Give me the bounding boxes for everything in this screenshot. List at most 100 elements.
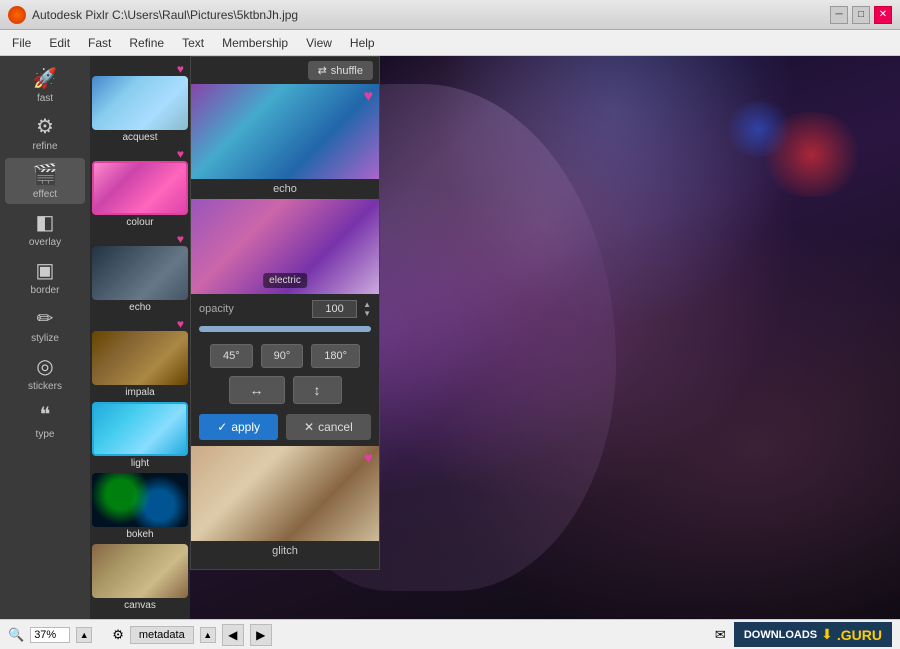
menu-refine[interactable]: Refine xyxy=(121,33,172,53)
echo-dots: ♥ xyxy=(177,232,184,246)
menu-help[interactable]: Help xyxy=(342,33,383,53)
flip-horizontal-button[interactable]: ↔ xyxy=(229,376,285,404)
impala-thumb[interactable] xyxy=(92,331,188,385)
swatch-electric[interactable]: electric xyxy=(191,199,379,294)
angle-180-button[interactable]: 180° xyxy=(311,344,360,368)
shuffle-label: shuffle xyxy=(331,65,363,77)
swatch-echo-heart[interactable]: ♥ xyxy=(364,88,374,106)
status-right: ✉ DOWNLOADS ⬇ .GURU xyxy=(715,622,892,647)
opacity-row: opacity ▲ ▼ xyxy=(191,294,379,324)
bokeh-name: bokeh xyxy=(92,529,188,540)
menu-fast[interactable]: Fast xyxy=(80,33,119,53)
status-bar: 🔍 ▲ ⚙ metadata ▲ ◀ ▶ ✉ DOWNLOADS ⬇ .GURU xyxy=(0,619,900,649)
stickers-icon: ◎ xyxy=(36,354,53,379)
title-controls: ─ □ ✕ xyxy=(830,6,892,24)
opacity-slider-track[interactable] xyxy=(199,326,371,332)
menu-edit[interactable]: Edit xyxy=(41,33,78,53)
echo-thumb[interactable] xyxy=(92,246,188,300)
tool-border[interactable]: ▣ border xyxy=(5,254,85,300)
maximize-button[interactable]: □ xyxy=(852,6,870,24)
stylize-icon: ✏ xyxy=(37,306,54,331)
title-text: Autodesk Pixlr C:\Users\Raul\Pictures\5k… xyxy=(32,8,298,22)
title-bar-left: Autodesk Pixlr C:\Users\Raul\Pictures\5k… xyxy=(8,6,298,24)
menu-membership[interactable]: Membership xyxy=(214,33,296,53)
menu-text[interactable]: Text xyxy=(174,33,212,53)
tool-effect[interactable]: 🎬 effect xyxy=(5,158,85,204)
canvas-thumb[interactable] xyxy=(92,544,188,598)
menu-file[interactable]: File xyxy=(4,33,39,53)
zoom-up-button[interactable]: ▲ xyxy=(76,627,92,643)
overlay-label: overlay xyxy=(29,237,61,248)
effect-chem-burn[interactable]: ♥ chem_burn xyxy=(92,615,188,619)
tool-fast[interactable]: 🚀 fast xyxy=(5,62,85,108)
effect-acquest[interactable]: ♥ acquest xyxy=(92,62,188,143)
effect-canvas[interactable]: canvas xyxy=(92,544,188,611)
effect-bokeh[interactable]: bokeh xyxy=(92,473,188,540)
swatch-glitch-heart[interactable]: ♥ xyxy=(364,450,374,468)
effects-panel: ♥ acquest ♥ colour ♥ echo xyxy=(90,56,190,619)
apply-check-icon: ✓ xyxy=(217,420,227,434)
angle-90-button[interactable]: 90° xyxy=(261,344,304,368)
color-popup: ⇄ shuffle ♥ echo electric opacity ▲ ▼ xyxy=(190,56,380,570)
colour-heart[interactable]: ♥ xyxy=(177,147,184,161)
tool-refine[interactable]: ⚙ refine xyxy=(5,110,85,156)
tool-overlay[interactable]: ◧ overlay xyxy=(5,206,85,252)
opacity-input[interactable] xyxy=(312,300,357,318)
watermark-guru: .GURU xyxy=(837,627,882,643)
border-label: border xyxy=(31,285,60,296)
metadata-up-button[interactable]: ▲ xyxy=(200,627,216,643)
light-name: light xyxy=(92,458,188,469)
tool-stylize[interactable]: ✏ stylize xyxy=(5,302,85,348)
border-icon: ▣ xyxy=(36,258,55,283)
menu-view[interactable]: View xyxy=(298,33,340,53)
status-left: 🔍 ▲ ⚙ metadata ▲ ◀ ▶ xyxy=(8,624,272,646)
stickers-label: stickers xyxy=(28,381,62,392)
swatch-echo[interactable]: ♥ xyxy=(191,84,379,179)
chem-burn-heart[interactable]: ♥ xyxy=(177,615,184,619)
effect-colour[interactable]: ♥ colour xyxy=(92,147,188,228)
echo-name: echo xyxy=(92,302,188,313)
nav-next-button[interactable]: ▶ xyxy=(250,624,272,646)
opacity-arrows[interactable]: ▲ ▼ xyxy=(363,300,371,318)
tool-type[interactable]: ❝ type xyxy=(5,398,85,444)
blue-light xyxy=(723,101,794,157)
search-icon: 🔍 xyxy=(8,627,24,643)
apply-button[interactable]: ✓ apply xyxy=(199,414,278,440)
minimize-button[interactable]: ─ xyxy=(830,6,848,24)
nav-prev-button[interactable]: ◀ xyxy=(222,624,244,646)
refine-icon: ⚙ xyxy=(36,114,54,139)
cancel-label: cancel xyxy=(318,420,353,434)
colour-thumb[interactable] xyxy=(92,161,188,215)
acquest-dots: ♥ xyxy=(177,62,184,76)
effect-echo[interactable]: ♥ echo xyxy=(92,232,188,313)
watermark: DOWNLOADS ⬇ .GURU xyxy=(734,622,892,647)
type-icon: ❝ xyxy=(40,402,51,427)
canvas-name: canvas xyxy=(92,600,188,611)
cancel-button[interactable]: ✕ cancel xyxy=(286,414,371,440)
light-thumb[interactable] xyxy=(92,402,188,456)
effect-icon: 🎬 xyxy=(33,162,58,187)
swatch-glitch[interactable]: ♥ xyxy=(191,446,379,541)
email-icon: ✉ xyxy=(715,627,726,643)
tool-stickers[interactable]: ◎ stickers xyxy=(5,350,85,396)
shuffle-row: ⇄ shuffle xyxy=(191,57,379,84)
metadata-label: metadata xyxy=(139,629,185,641)
close-button[interactable]: ✕ xyxy=(874,6,892,24)
effect-impala[interactable]: ♥ impala xyxy=(92,317,188,398)
title-bar: Autodesk Pixlr C:\Users\Raul\Pictures\5k… xyxy=(0,0,900,30)
angle-45-button[interactable]: 45° xyxy=(210,344,253,368)
bokeh-thumb[interactable] xyxy=(92,473,188,527)
shuffle-button[interactable]: ⇄ shuffle xyxy=(308,61,373,80)
download-icon: ⬇ xyxy=(821,626,833,643)
type-label: type xyxy=(36,429,55,440)
electric-label: electric xyxy=(263,273,307,288)
watermark-text: DOWNLOADS xyxy=(744,629,817,641)
acquest-thumb[interactable] xyxy=(92,76,188,130)
opacity-slider-fill xyxy=(199,326,371,332)
effect-light[interactable]: light xyxy=(92,402,188,469)
zoom-input[interactable] xyxy=(30,627,70,643)
overlay-icon: ◧ xyxy=(36,210,55,235)
metadata-button[interactable]: metadata xyxy=(130,626,194,644)
impala-dots: ♥ xyxy=(177,317,184,331)
flip-vertical-button[interactable]: ↕ xyxy=(293,376,342,404)
